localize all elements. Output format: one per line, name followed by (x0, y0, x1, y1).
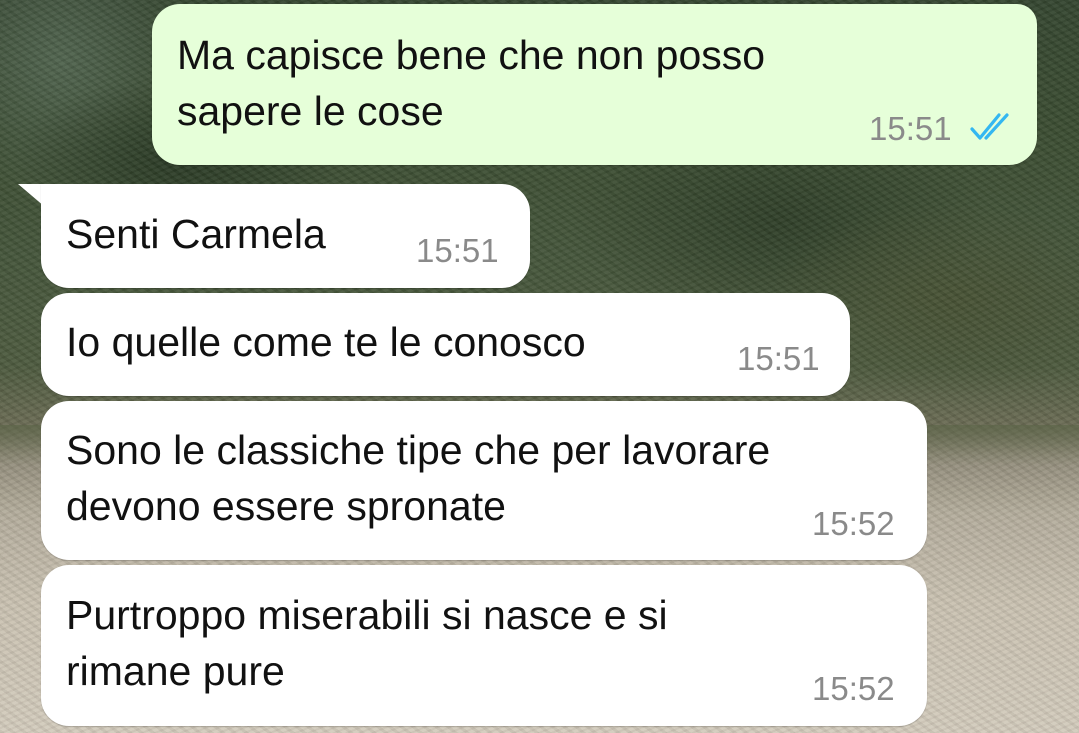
message-text-line: Sono le classiche tipe che per lavorare (66, 427, 771, 473)
message-text-line: sapere le cose (177, 88, 444, 134)
message-timestamp: 15:51 (737, 340, 820, 377)
outgoing-message-bubble[interactable]: Ma capisce bene che non posso sapere le … (152, 4, 1037, 165)
incoming-message-bubble[interactable]: Senti Carmela 15:51 (41, 184, 530, 288)
message-text-line: Io quelle come te le conosco (66, 319, 586, 365)
message-timestamp: 15:51 (869, 110, 952, 147)
incoming-message-bubble[interactable]: Purtroppo miserabili si nasce e si riman… (41, 565, 927, 726)
message-text-line: Purtroppo miserabili si nasce e si (66, 592, 668, 638)
message-text-line: devono essere spronate (66, 483, 506, 529)
message-text-line: rimane pure (66, 648, 285, 694)
message-timestamp: 15:51 (416, 232, 499, 269)
incoming-message-bubble[interactable]: Sono le classiche tipe che per lavorare … (41, 401, 927, 560)
message-text-line: Ma capisce bene che non posso (177, 32, 766, 78)
message-timestamp: 15:52 (812, 505, 895, 542)
incoming-message-bubble[interactable]: Io quelle come te le conosco 15:51 (41, 293, 850, 396)
message-timestamp: 15:52 (812, 670, 895, 707)
double-check-read-icon (970, 113, 1009, 140)
message-text-line: Senti Carmela (66, 211, 326, 257)
